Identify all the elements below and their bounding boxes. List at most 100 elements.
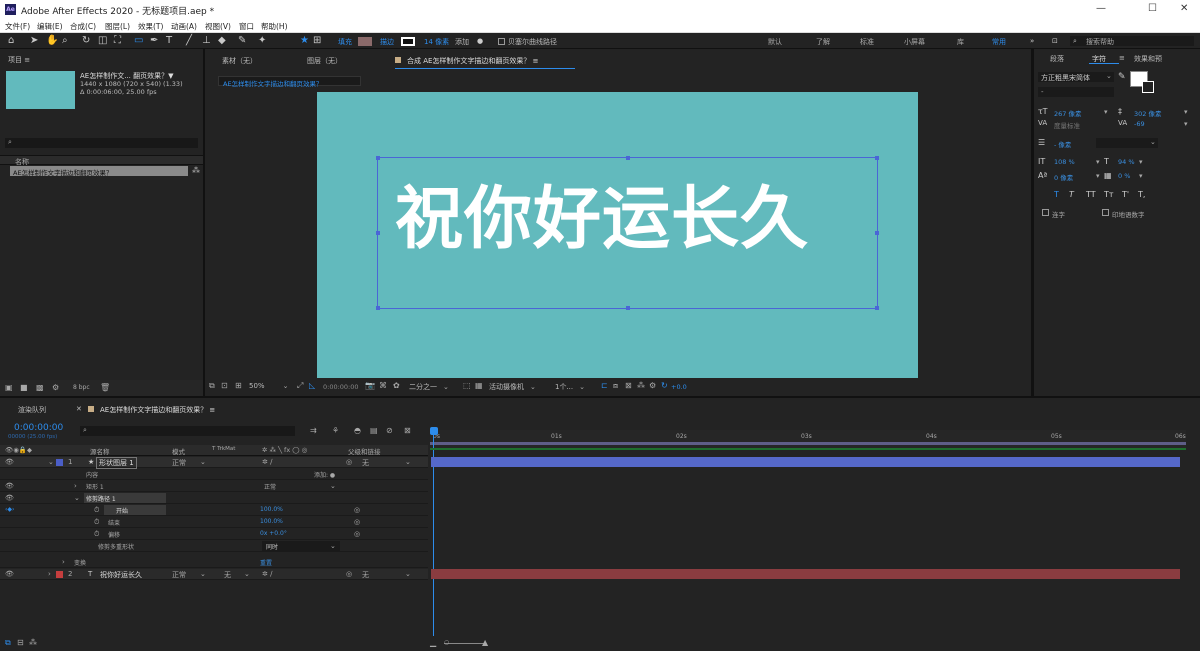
horizontal-scale-value[interactable]: 94 % bbox=[1118, 158, 1135, 166]
graph-editor-icon[interactable]: ⊠ bbox=[404, 426, 411, 435]
fill-swatch[interactable] bbox=[358, 37, 372, 46]
layer-row-1[interactable]: 👁 ⌄ 1 ★ 形状图层 1 正常 ⌄ ✲ ∕ ◎ 无 ⌄ bbox=[0, 457, 428, 469]
menu-view[interactable]: 视图(V) bbox=[205, 21, 231, 32]
roto-brush-tool-icon[interactable]: ✎ bbox=[238, 35, 246, 47]
expand-arrow-icon[interactable]: ⌄ bbox=[74, 494, 80, 502]
transparency-grid-icon[interactable]: ▦ bbox=[475, 381, 483, 390]
expression-pick-icon[interactable]: ◎ bbox=[354, 530, 360, 538]
flowchart-icon[interactable]: ⊠ bbox=[625, 381, 632, 390]
project-item-row[interactable]: AE怎样制作文字描边和翻页效果？ bbox=[10, 166, 188, 177]
panel-divider[interactable] bbox=[1031, 49, 1034, 396]
views-select[interactable]: 1个... ⌄ bbox=[555, 382, 597, 392]
star-toggle-icon[interactable]: ★ bbox=[300, 35, 309, 47]
tab-render-queue[interactable]: 渲染队列 bbox=[18, 405, 46, 415]
type-tool-icon[interactable]: T bbox=[166, 35, 172, 47]
tab-timeline-comp[interactable]: AE怎样制作文字描边和翻页效果？ ≡ bbox=[100, 405, 215, 415]
stroke-width[interactable]: 14 像素 bbox=[424, 37, 449, 47]
pan-behind-tool-icon[interactable]: ⛶ bbox=[114, 35, 121, 47]
resolution-select[interactable]: 二分之一 ⌄ bbox=[409, 382, 457, 392]
prop-trim[interactable]: 修剪路径 1 bbox=[86, 494, 116, 503]
layer-2-duration-bar[interactable] bbox=[431, 569, 1180, 579]
selection-tool-icon[interactable]: ➤ bbox=[30, 35, 38, 47]
tab-layer[interactable]: 图层（无） bbox=[307, 56, 342, 66]
region-of-interest-icon[interactable]: ⬚ bbox=[463, 381, 471, 390]
current-timecode[interactable]: 0:00:00:00 bbox=[14, 423, 63, 433]
faux-bold-button[interactable]: T bbox=[1054, 190, 1059, 199]
interpret-footage-icon[interactable]: ▣ bbox=[5, 383, 13, 392]
leading-value[interactable]: 302 像素 bbox=[1134, 108, 1161, 118]
handle-bottom[interactable] bbox=[626, 306, 630, 310]
workspace-common[interactable]: 常用 bbox=[992, 37, 1006, 47]
fit-icon[interactable]: ⤢ bbox=[297, 381, 303, 391]
menu-layer[interactable]: 图层(L) bbox=[105, 21, 130, 32]
handle-right[interactable] bbox=[875, 231, 879, 235]
zoom-select[interactable]: 50% ⌄ bbox=[249, 382, 289, 392]
prop-reset[interactable]: 重置 bbox=[260, 558, 272, 567]
eraser-tool-icon[interactable]: ◆ bbox=[218, 35, 226, 47]
transparency-icon[interactable]: ◺ bbox=[309, 381, 315, 390]
bpc-indicator[interactable]: 8 bpc bbox=[73, 384, 90, 391]
faux-italic-button[interactable]: T bbox=[1069, 190, 1074, 199]
tab-composition[interactable]: 合成 AE怎样制作文字描边和翻页效果？ ≡ bbox=[407, 56, 539, 66]
layer-trkmat[interactable]: 无 bbox=[224, 570, 231, 580]
eye-icon[interactable]: 👁 bbox=[5, 482, 14, 490]
eye-icon[interactable]: 👁 bbox=[5, 570, 14, 578]
stroke-order-select[interactable]: ⌄ bbox=[1096, 138, 1158, 148]
tracking-value[interactable]: -69 bbox=[1134, 120, 1145, 128]
small-caps-button[interactable]: Tт bbox=[1104, 190, 1114, 199]
expression-pick-icon[interactable]: ◎ bbox=[354, 518, 360, 526]
timeline-zoom-slider[interactable] bbox=[444, 643, 484, 644]
prop-multi-value[interactable]: 同时 bbox=[266, 542, 278, 551]
eye-icon[interactable]: 👁 bbox=[5, 494, 14, 502]
tab-effects-presets[interactable]: 效果和预 bbox=[1134, 54, 1162, 64]
tab-paragraph[interactable]: 段落 bbox=[1050, 54, 1064, 64]
time-ruler[interactable]: 0s 01s 02s 03s 04s 05s 06s bbox=[430, 430, 1186, 448]
font-family-select[interactable]: 方正粗黑宋简体 ⌄ bbox=[1038, 72, 1114, 82]
project-tab[interactable]: 项目 ≡ bbox=[8, 55, 30, 65]
keyframe-nav-icon[interactable]: ‹◆› bbox=[5, 506, 14, 513]
transfer-controls-icon[interactable]: ⊟ bbox=[17, 638, 24, 647]
add-label[interactable]: 添加 bbox=[455, 37, 469, 47]
handle-bottom-right[interactable] bbox=[875, 306, 879, 310]
minimize-button[interactable]: — bbox=[1096, 3, 1106, 14]
snap-icon[interactable]: ⊞ bbox=[313, 35, 321, 47]
handle-top-left[interactable] bbox=[376, 156, 380, 160]
draft-3d-icon[interactable]: ⚘ bbox=[332, 426, 339, 435]
camera-select[interactable]: 活动摄像机 ⌄ bbox=[489, 382, 549, 392]
prop-multi[interactable]: 修剪多重形状 bbox=[98, 542, 134, 551]
preview-icon[interactable]: ⧉ bbox=[209, 381, 215, 391]
label-color-swatch[interactable] bbox=[56, 571, 63, 578]
breadcrumb[interactable]: AE怎样制作文字描边和翻页效果？ bbox=[218, 76, 361, 88]
shy-icon[interactable]: ◓ bbox=[354, 426, 361, 435]
layer-parent[interactable]: 无 bbox=[362, 570, 369, 580]
timeline-icon[interactable]: ⧈ bbox=[613, 381, 618, 391]
work-area-bar[interactable] bbox=[430, 442, 1186, 445]
layer-row-2[interactable]: 👁 › 2 T 祝你好运长久 正常 ⌄ 无 ⌄ ✲ ∕ ◎ 无 ⌄ bbox=[0, 569, 428, 580]
eye-icon[interactable]: 👁 bbox=[5, 458, 14, 466]
all-caps-button[interactable]: TT bbox=[1086, 190, 1096, 199]
show-snapshot-icon[interactable]: ⌘ bbox=[379, 381, 387, 390]
layer-mode[interactable]: 正常 bbox=[172, 458, 186, 468]
menu-animation[interactable]: 动画(A) bbox=[171, 21, 197, 32]
ligature-checkbox[interactable] bbox=[1042, 209, 1049, 216]
viewer-timecode[interactable]: 0:00:00:00 bbox=[323, 383, 359, 391]
reset-exposure-icon[interactable]: ↻ bbox=[661, 381, 668, 390]
vertical-scale-value[interactable]: 108 % bbox=[1054, 158, 1075, 166]
expand-arrow-icon[interactable]: ⌄ bbox=[48, 458, 54, 466]
menu-edit[interactable]: 编辑(E) bbox=[37, 21, 63, 32]
maximize-button[interactable]: ☐ bbox=[1148, 3, 1157, 14]
exposure-value[interactable]: +0.0 bbox=[671, 383, 687, 391]
puppet-tool-icon[interactable]: ✦ bbox=[258, 35, 266, 47]
pen-tool-icon[interactable]: ✒ bbox=[150, 35, 158, 47]
prop-rect-mode[interactable]: 正常 bbox=[264, 482, 276, 491]
kerning-value[interactable]: 度量标准 bbox=[1054, 120, 1080, 130]
menu-file[interactable]: 文件(F) bbox=[5, 21, 30, 32]
layer-switches-icon[interactable]: ✲ ∕ bbox=[262, 458, 272, 466]
expression-pick-icon[interactable]: ◎ bbox=[354, 506, 360, 514]
fill-label[interactable]: 填充 bbox=[338, 37, 352, 47]
workspace-menu-icon[interactable]: » bbox=[1030, 37, 1034, 45]
parent-header[interactable]: 父级和链接 bbox=[348, 446, 381, 456]
camera-tool-icon[interactable]: ◫ bbox=[98, 35, 107, 47]
playhead-handle[interactable] bbox=[430, 427, 438, 435]
exposure-icon[interactable]: ⚙ bbox=[649, 381, 656, 390]
